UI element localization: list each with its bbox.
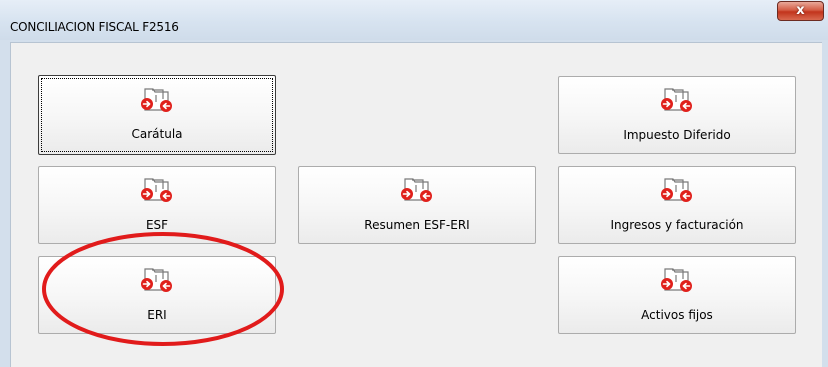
exchange-folder-icon — [139, 86, 175, 114]
ingresos-facturacion-button-label: Ingresos y facturación — [610, 218, 744, 232]
app-window: CONCILIACION FISCAL F2516 x Carátula Imp… — [0, 0, 828, 367]
activos-fijos-button[interactable]: Activos fijos — [558, 256, 796, 334]
caratula-button-label: Carátula — [131, 127, 183, 141]
caratula-button[interactable]: Carátula — [38, 75, 276, 155]
title-bar[interactable]: CONCILIACION FISCAL F2516 x — [0, 0, 828, 40]
exchange-folder-icon — [659, 266, 695, 294]
exchange-folder-icon — [659, 86, 695, 114]
impuesto-diferido-button-label: Impuesto Diferido — [623, 128, 731, 142]
ingresos-facturacion-button[interactable]: Ingresos y facturación — [558, 166, 796, 244]
exchange-folder-icon — [139, 266, 175, 294]
esf-button-label: ESF — [145, 218, 169, 232]
eri-button[interactable]: ERI — [38, 256, 276, 334]
close-icon: x — [796, 3, 805, 18]
exchange-folder-icon — [659, 176, 695, 204]
exchange-folder-icon — [399, 176, 435, 204]
impuesto-diferido-button[interactable]: Impuesto Diferido — [558, 76, 796, 154]
exchange-folder-icon — [139, 176, 175, 204]
window-title: CONCILIACION FISCAL F2516 — [10, 20, 179, 34]
activos-fijos-button-label: Activos fijos — [641, 308, 713, 322]
close-button[interactable]: x — [777, 1, 824, 21]
resumen-esf-eri-button[interactable]: Resumen ESF-ERI — [298, 166, 536, 244]
esf-button[interactable]: ESF — [38, 166, 276, 244]
resumen-esf-eri-button-label: Resumen ESF-ERI — [364, 218, 470, 232]
eri-button-label: ERI — [147, 308, 167, 322]
